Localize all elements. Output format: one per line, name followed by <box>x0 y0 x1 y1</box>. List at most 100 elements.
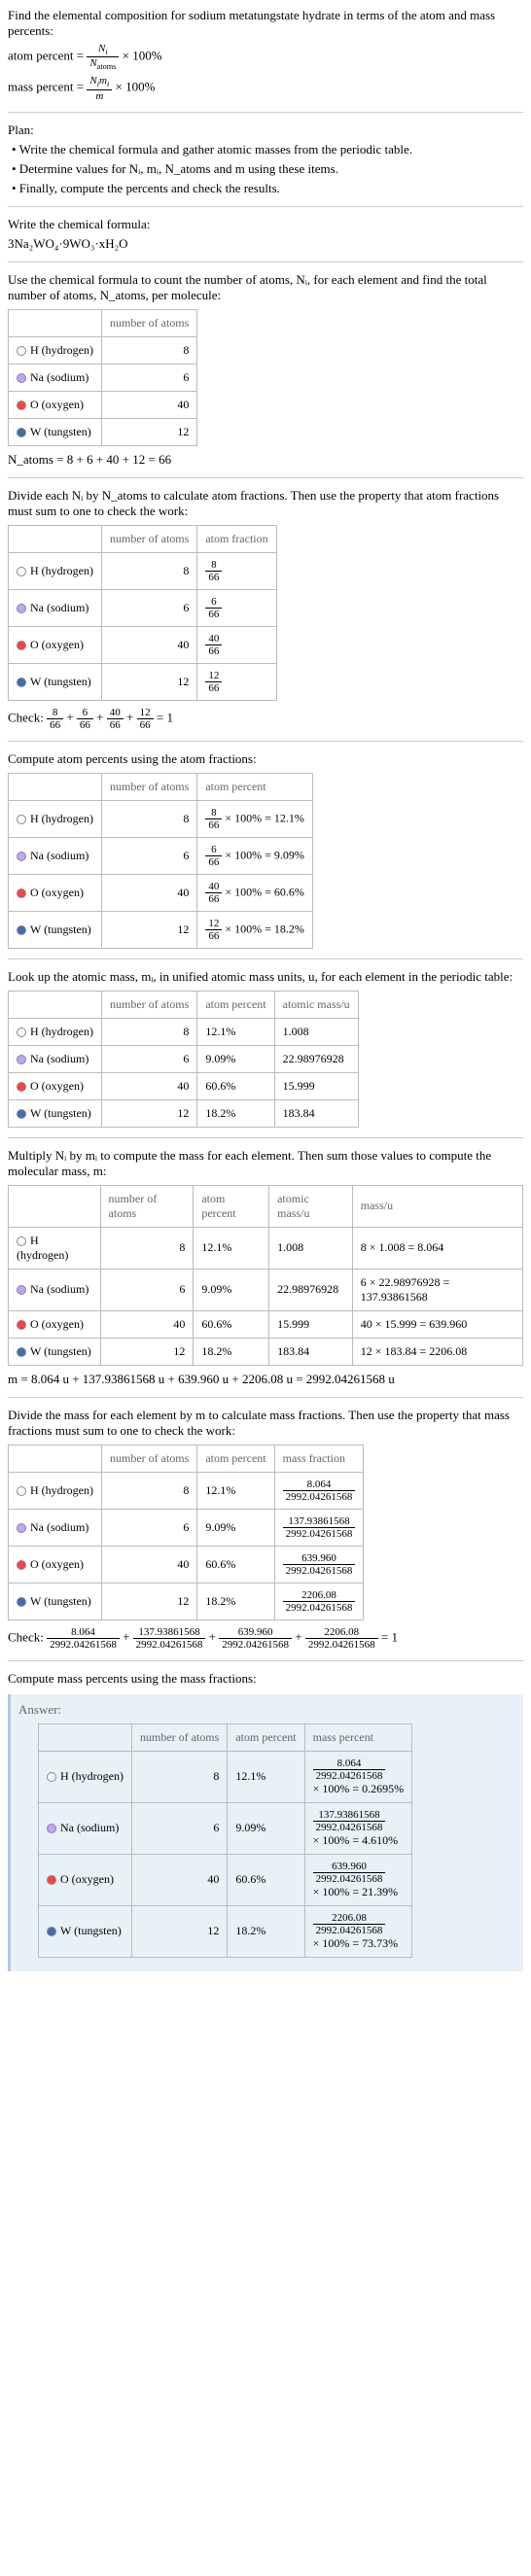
fraction: 666 <box>205 844 222 868</box>
eq1-den-n: N <box>89 57 96 69</box>
th: atom percent <box>197 1445 274 1472</box>
atompct-table: number of atomsatom percent H (hydrogen)… <box>8 773 313 949</box>
count-sum: N_atoms = 8 + 6 + 40 + 12 = 66 <box>8 452 523 468</box>
element-color-icon <box>17 428 26 437</box>
intro-eq1: atom percent = NiNatoms × 100% <box>8 43 523 71</box>
massmul-p1: Multiply Nᵢ by mᵢ to compute the mass fo… <box>8 1148 523 1179</box>
element-color-icon <box>17 888 26 898</box>
fraction: 666 <box>77 707 93 731</box>
fraction: 1266 <box>137 707 154 731</box>
element-color-icon <box>17 815 26 824</box>
fraction: 137.938615682992.04261568 <box>313 1809 386 1833</box>
plan-h: Plan: <box>8 122 523 138</box>
th <box>9 991 102 1018</box>
element-color-icon <box>17 1486 26 1496</box>
eq2-num-m: m <box>99 75 107 87</box>
eq1-right: × 100% <box>119 49 161 63</box>
plan-b2: • Determine values for Nᵢ, mᵢ, N_atoms a… <box>12 161 523 177</box>
divider <box>8 741 523 742</box>
th: mass fraction <box>274 1445 364 1472</box>
eq1-frac: NiNatoms <box>87 43 119 71</box>
fraction: 866 <box>205 807 222 831</box>
divider <box>8 112 523 113</box>
formula-f: 3Na₂WO₄·9WO₃·xH₂O <box>8 236 523 252</box>
answer-h: Answer: <box>18 1702 515 1718</box>
count-p1: Use the chemical formula to count the nu… <box>8 272 523 303</box>
element-color-icon <box>17 1560 26 1570</box>
table-row: H (hydrogen)8866 <box>9 552 277 589</box>
massfrac-p1: Divide the mass for each element by m to… <box>8 1408 523 1439</box>
element-color-icon <box>17 641 26 650</box>
massu-table: number of atomsatom percentatomic mass/u… <box>8 991 359 1128</box>
eq2-num-msub: i <box>107 81 109 89</box>
eq2-right: × 100% <box>112 80 155 94</box>
element-color-icon <box>47 1824 56 1833</box>
massu-p1: Look up the atomic mass, mᵢ, in unified … <box>8 969 523 985</box>
fraction: 4066 <box>205 633 222 657</box>
element-color-icon <box>17 1320 26 1330</box>
divider <box>8 477 523 478</box>
intro-eq2: mass percent = Nimim × 100% <box>8 75 523 101</box>
table-row: W (tungsten)12 <box>9 418 197 445</box>
th: number of atoms <box>101 309 196 336</box>
element-color-icon <box>17 1055 26 1064</box>
table-row: O (oxygen)4060.6%15.99940 × 15.999 = 639… <box>9 1310 523 1338</box>
fraction: 666 <box>205 596 222 620</box>
element-color-icon <box>17 604 26 613</box>
table-row: Na (sodium)69.09%137.938615682992.042615… <box>9 1509 364 1546</box>
divider <box>8 958 523 959</box>
th: number of atoms <box>100 1185 194 1227</box>
masspct-p1: Compute mass percents using the mass fra… <box>8 1671 523 1687</box>
table-row: O (oxygen)4060.6%639.9602992.04261568 <box>9 1546 364 1583</box>
check-r: = 1 <box>154 710 173 724</box>
table-row: H (hydrogen)8 <box>9 336 197 364</box>
check-l: Check: <box>8 710 47 724</box>
table-row: O (oxygen)4060.6%639.9602992.04261568× 1… <box>39 1854 412 1905</box>
table-row: W (tungsten)121266 <box>9 663 277 700</box>
eq1-num-sub: i <box>105 48 107 56</box>
th: atom fraction <box>197 525 276 552</box>
th: number of atoms <box>101 773 196 800</box>
table-row: H (hydrogen)812.1%1.0088 × 1.008 = 8.064 <box>9 1227 523 1269</box>
th: mass percent <box>304 1723 412 1751</box>
fraction: 639.9602992.04261568 <box>283 1552 356 1577</box>
th: number of atoms <box>101 1445 196 1472</box>
table-row: H (hydrogen)812.1%8.0642992.04261568 <box>9 1472 364 1509</box>
fraction: 866 <box>47 707 63 731</box>
th: number of atoms <box>101 525 196 552</box>
table-row: Na (sodium)69.09%137.938615682992.042615… <box>39 1802 412 1854</box>
fraction: 2206.082992.04261568 <box>283 1589 356 1614</box>
table-row: H (hydrogen)812.1%1.008 <box>9 1018 359 1045</box>
eq1-label: atom percent = <box>8 49 87 63</box>
element-color-icon <box>47 1875 56 1885</box>
fraction: 1266 <box>205 918 222 942</box>
fraction: 8.0642992.04261568 <box>47 1626 120 1651</box>
fraction: 8.0642992.04261568 <box>313 1758 386 1782</box>
table-row: Na (sodium)69.09%22.98976928 <box>9 1045 359 1072</box>
check-l: Check: <box>8 1629 47 1644</box>
element-color-icon <box>17 373 26 383</box>
document-body: Find the elemental composition for sodiu… <box>0 0 531 1979</box>
divider <box>8 1397 523 1398</box>
fraction: 137.938615682992.04261568 <box>133 1626 206 1651</box>
plan-b1: • Write the chemical formula and gather … <box>12 142 523 157</box>
th <box>9 773 102 800</box>
fraction: 1266 <box>205 670 222 694</box>
th <box>9 309 102 336</box>
element-color-icon <box>17 567 26 576</box>
divider <box>8 1137 523 1138</box>
element-color-icon <box>17 1109 26 1119</box>
answer-table: number of atomsatom percentmass percent … <box>38 1723 412 1958</box>
table-row: Na (sodium)6666 × 100% = 9.09% <box>9 837 313 874</box>
table-row: W (tungsten)1218.2%2206.082992.04261568 <box>9 1583 364 1619</box>
element-color-icon <box>17 925 26 935</box>
element-color-icon <box>17 1523 26 1533</box>
table-row: O (oxygen)40 <box>9 391 197 418</box>
fraction: 4066 <box>205 881 222 905</box>
th: atom percent <box>197 991 274 1018</box>
fraction: 2206.082992.04261568 <box>313 1912 386 1936</box>
massmul-sum: m = 8.064 u + 137.93861568 u + 639.960 u… <box>8 1372 523 1387</box>
element-color-icon <box>17 678 26 687</box>
atomfrac-check: Check: 866 + 666 + 4066 + 1266 = 1 <box>8 707 523 731</box>
th <box>39 1723 132 1751</box>
